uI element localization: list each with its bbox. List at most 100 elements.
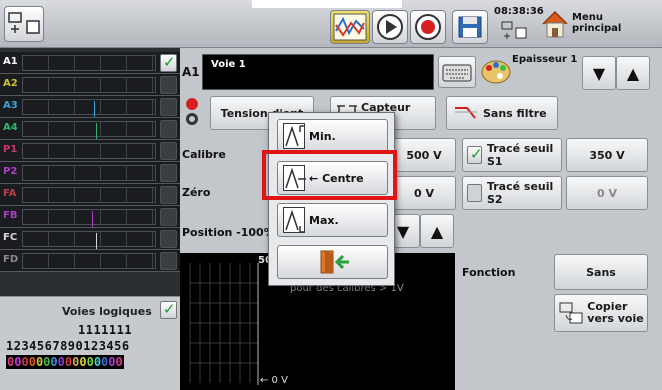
channel-row[interactable]: A1 ✓ (0, 52, 180, 74)
logic-bit: 0 (86, 355, 94, 369)
channel-preview (22, 187, 156, 203)
max-position-icon (283, 207, 305, 233)
channel-marker (96, 123, 97, 139)
channel-checkbox[interactable] (160, 252, 177, 270)
arrow-up-icon: ▲ (430, 221, 444, 241)
channels-config-button[interactable] (4, 6, 44, 42)
channel-row[interactable]: P2 (0, 162, 180, 184)
floppy-icon (458, 16, 482, 38)
channel-checkbox[interactable] (160, 164, 177, 182)
function-value-button[interactable]: Sans (554, 254, 648, 290)
thickness-down-button[interactable]: ▼ (582, 56, 616, 90)
play-icon (377, 14, 403, 40)
palette-icon (481, 60, 511, 84)
channel-checkbox[interactable] (160, 186, 177, 204)
channel-preview (22, 165, 156, 181)
copy-icon (559, 302, 583, 324)
check-icon: ✓ (163, 300, 176, 318)
range-label: Calibre (182, 148, 226, 161)
main-menu-button[interactable]: Menu principal (540, 4, 658, 44)
thickness-label: Epaisseur 1 (512, 54, 578, 65)
channel-checkbox[interactable] (160, 142, 177, 160)
channel-list: A1 ✓ A2 A3 A4 P1 P2 FA FB FC FD (0, 48, 180, 296)
home-icon (542, 10, 568, 38)
position-up-button[interactable]: ▲ (420, 214, 454, 248)
threshold-s2-value[interactable]: 0 V (566, 176, 648, 210)
channel-marker (96, 233, 97, 249)
channel-row[interactable]: FC (0, 228, 180, 250)
channel-preview (22, 231, 156, 247)
channel-row[interactable]: P1 (0, 140, 180, 162)
channel-row[interactable]: FA (0, 184, 180, 206)
channels-small-icon (501, 21, 527, 39)
channel-label: FD (3, 254, 19, 265)
threshold-s1-button[interactable]: ✓ Tracé seuil S1 (462, 138, 562, 172)
logic-bit: 0 (28, 355, 36, 369)
position-min-button[interactable]: Min. (277, 119, 388, 153)
channel-preview (22, 209, 156, 225)
channel-status-icon (186, 98, 200, 128)
logic-bit: 0 (50, 355, 58, 369)
channel-label: FB (3, 210, 18, 221)
channel-label: A4 (3, 122, 18, 133)
zero-label: Zéro (182, 186, 211, 199)
arrow-down-icon: ▼ (592, 63, 606, 83)
check-icon: ✓ (163, 53, 176, 71)
channel-label: A2 (3, 78, 18, 89)
channel-tag: A1 (182, 65, 200, 79)
channel-row[interactable]: FD (0, 250, 180, 272)
logic-digits-tens: 1111111 (78, 323, 133, 337)
check-icon: ✓ (470, 145, 483, 163)
channel-checkbox[interactable] (160, 98, 177, 116)
channel-name-field[interactable]: Voie 1 (202, 54, 434, 90)
channel-checkbox[interactable] (160, 230, 177, 248)
range-value-button[interactable]: 500 V (392, 138, 456, 172)
record-button[interactable] (410, 10, 446, 44)
channel-label: FA (3, 188, 17, 199)
channel-checkbox[interactable] (160, 76, 177, 94)
waveform-icon (333, 13, 367, 41)
channel-preview (22, 121, 156, 137)
copy-to-channel-button[interactable]: Copier vers voie (554, 294, 648, 332)
zero-value-button[interactable]: 0 V (392, 176, 456, 210)
position-max-button[interactable]: Max. (277, 203, 388, 237)
clock-time: 08:38:36 (494, 6, 544, 17)
play-button[interactable] (372, 10, 408, 44)
logic-bit: 0 (79, 355, 87, 369)
channel-label: A3 (3, 100, 18, 111)
logic-bit: 0 (21, 355, 29, 369)
channel-row[interactable]: A2 (0, 74, 180, 96)
threshold-s1-checkbox[interactable]: ✓ (467, 145, 483, 164)
top-toolbar: 08:38:36 Menu principal (0, 0, 662, 48)
filter-label: Sans filtre (483, 106, 547, 120)
logic-channels-panel: Voies logiques ✓ 1111111 123456789012345… (0, 296, 180, 390)
channels-icon (8, 12, 40, 34)
channel-preview (22, 253, 156, 269)
keyboard-button[interactable] (438, 56, 476, 88)
save-button[interactable] (452, 10, 488, 44)
channel-row[interactable]: FB (0, 206, 180, 228)
copy-label-2: vers voie (587, 312, 644, 325)
channel-checkbox[interactable] (160, 208, 177, 226)
channel-row[interactable]: A4 (0, 118, 180, 140)
channel-row[interactable]: A3 (0, 96, 180, 118)
threshold-s2-checkbox[interactable] (467, 184, 482, 202)
arrow-up-icon: ▲ (626, 63, 640, 83)
threshold-s1-value[interactable]: 350 V (566, 138, 648, 172)
exit-door-icon (320, 250, 349, 274)
max-label: Max. (309, 213, 339, 227)
thickness-up-button[interactable]: ▲ (616, 56, 650, 90)
waveform-view-button[interactable] (330, 10, 370, 44)
channel-label: P1 (3, 144, 18, 155)
channel-checkbox[interactable]: ✓ (160, 53, 177, 72)
popup-exit-button[interactable] (277, 245, 388, 279)
app-window: 08:38:36 Menu principal A1 ✓ A2 A3 A4 P1… (0, 0, 662, 390)
color-palette-button[interactable] (478, 56, 514, 88)
channel-checkbox[interactable] (160, 120, 177, 138)
logic-bit: 0 (115, 355, 123, 369)
filter-button[interactable]: Sans filtre (446, 96, 558, 130)
logic-checkbox[interactable]: ✓ (160, 300, 177, 319)
channel-marker (92, 211, 93, 227)
channel-label: FC (3, 232, 18, 243)
threshold-s2-button[interactable]: Tracé seuil S2 (462, 176, 562, 210)
